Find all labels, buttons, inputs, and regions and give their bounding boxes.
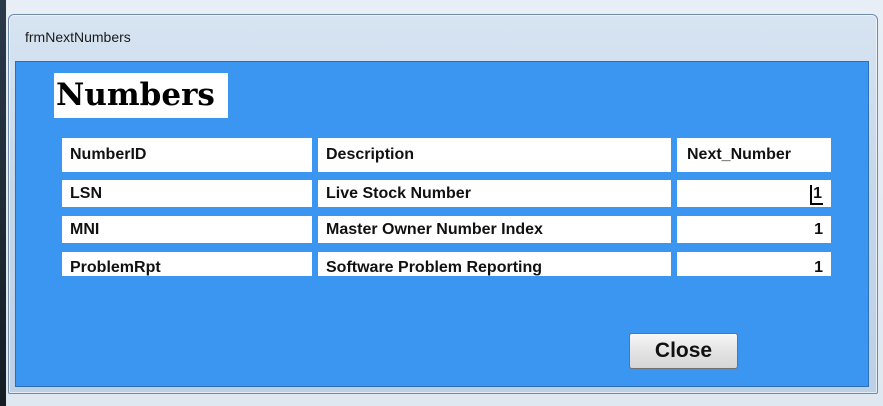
form-window: frmNextNumbers Numbers NumberID Descript…	[8, 14, 878, 394]
row-1-next-number-value: 1	[810, 185, 823, 205]
form-body: Numbers NumberID Description Next_Number…	[15, 61, 869, 387]
row-3-numberid-field[interactable]: ProblemRpt	[62, 252, 312, 276]
row-1-next-number-field[interactable]: 1	[677, 180, 831, 207]
row-2-next-number-field[interactable]: 1	[677, 216, 831, 243]
window-title: frmNextNumbers	[25, 29, 131, 45]
row-1-description-field[interactable]: Live Stock Number	[318, 180, 671, 207]
window-titlebar[interactable]: frmNextNumbers	[9, 15, 877, 59]
form-heading: Numbers	[54, 73, 228, 118]
row-3-description-field[interactable]: Software Problem Reporting	[318, 252, 671, 276]
column-header-description: Description	[318, 138, 671, 172]
row-2-numberid-field[interactable]: MNI	[62, 216, 312, 243]
column-header-numberid: NumberID	[62, 138, 312, 172]
row-3-next-number-field[interactable]: 1	[677, 252, 831, 276]
background-window-edge	[0, 0, 6, 406]
close-button[interactable]: Close	[629, 333, 738, 369]
row-1-numberid-field[interactable]: LSN	[62, 180, 312, 207]
column-header-next-number: Next_Number	[677, 138, 831, 172]
row-2-description-field[interactable]: Master Owner Number Index	[318, 216, 671, 243]
